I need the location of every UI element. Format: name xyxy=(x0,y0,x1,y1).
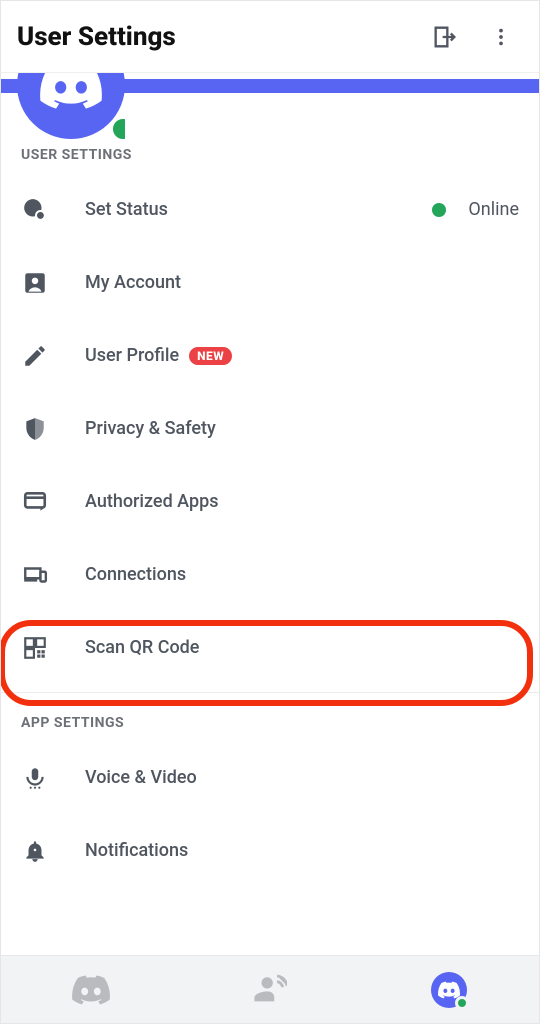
bottom-nav xyxy=(1,955,539,1023)
online-dot-icon xyxy=(432,203,446,217)
friend-wave-icon xyxy=(253,973,287,1007)
apps-icon xyxy=(21,488,49,516)
nav-profile[interactable] xyxy=(422,969,476,1011)
new-badge: NEW xyxy=(189,347,232,365)
row-connections[interactable]: Connections xyxy=(1,538,539,611)
row-label: Notifications xyxy=(85,840,519,861)
discord-logo-icon xyxy=(40,73,102,116)
discord-logo-icon xyxy=(72,975,110,1005)
shield-icon xyxy=(21,415,49,443)
row-label: Connections xyxy=(85,564,519,585)
presence-indicator xyxy=(109,115,125,141)
more-vertical-icon xyxy=(490,26,512,48)
devices-icon xyxy=(21,561,49,589)
user-settings-list: Set Status Online My Account User Profil… xyxy=(1,173,539,684)
row-label: My Account xyxy=(85,272,519,293)
row-label: Voice & Video xyxy=(85,767,519,788)
nav-friends[interactable] xyxy=(243,969,297,1011)
pencil-icon xyxy=(21,342,49,370)
row-authorized-apps[interactable]: Authorized Apps xyxy=(1,465,539,538)
more-button[interactable] xyxy=(487,23,515,51)
nav-avatar xyxy=(431,972,467,1008)
row-user-profile[interactable]: User Profile NEW xyxy=(1,319,539,392)
status-trailing: Online xyxy=(432,199,519,220)
qr-icon xyxy=(21,634,49,662)
account-icon xyxy=(21,269,49,297)
row-notifications[interactable]: Notifications xyxy=(1,814,539,887)
status-icon xyxy=(21,196,49,224)
row-label: User Profile NEW xyxy=(85,345,519,366)
exit-icon xyxy=(431,23,459,51)
nav-home[interactable] xyxy=(64,969,118,1011)
header-bar: User Settings xyxy=(1,1,539,73)
row-voice-video[interactable]: Voice & Video xyxy=(1,741,539,814)
row-label: Scan QR Code xyxy=(85,637,519,658)
row-set-status[interactable]: Set Status Online xyxy=(1,173,539,246)
row-label: Privacy & Safety xyxy=(85,418,519,439)
row-label: Authorized Apps xyxy=(85,491,519,512)
row-label-text: User Profile xyxy=(85,345,179,366)
presence-indicator xyxy=(455,996,469,1010)
row-privacy-safety[interactable]: Privacy & Safety xyxy=(1,392,539,465)
section-divider xyxy=(1,692,539,693)
section-heading-user: USER SETTINGS xyxy=(1,143,539,173)
profile-banner xyxy=(1,73,539,143)
header-actions xyxy=(431,23,523,51)
status-text: Online xyxy=(468,199,519,220)
bell-icon xyxy=(21,837,49,865)
row-label: Set Status xyxy=(85,199,396,220)
app-settings-list: Voice & Video Notifications xyxy=(1,741,539,887)
microphone-icon xyxy=(21,764,49,792)
section-heading-app: APP SETTINGS xyxy=(1,711,539,741)
row-scan-qr[interactable]: Scan QR Code xyxy=(1,611,539,684)
page-title: User Settings xyxy=(17,22,431,52)
row-my-account[interactable]: My Account xyxy=(1,246,539,319)
logout-button[interactable] xyxy=(431,23,459,51)
